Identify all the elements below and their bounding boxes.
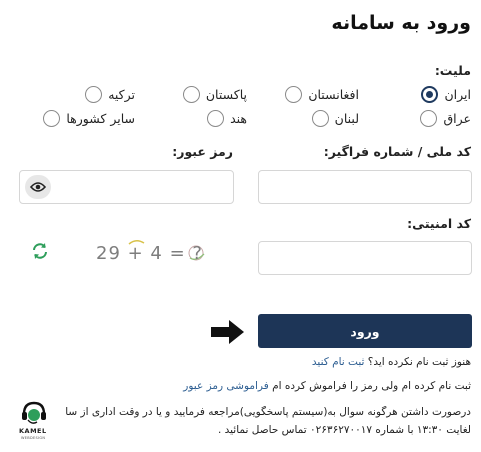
option-label: سایر کشورها bbox=[66, 111, 135, 126]
radio-button[interactable] bbox=[311, 110, 329, 127]
option-label: لبنان bbox=[334, 111, 359, 126]
radio-button[interactable] bbox=[285, 86, 303, 103]
nationality-option-other[interactable]: سایر کشورها bbox=[43, 110, 135, 127]
register-prompt: هنوز ثبت نام نکرده اید؟ ثبت نام کنید bbox=[312, 356, 471, 368]
nationality-option-turkey[interactable]: ترکیه bbox=[85, 86, 135, 103]
radio-button[interactable] bbox=[421, 86, 439, 103]
show-password-button[interactable] bbox=[25, 175, 51, 199]
radio-button[interactable] bbox=[85, 86, 103, 103]
nationality-option-iran[interactable]: ایران bbox=[421, 86, 471, 103]
eye-icon bbox=[30, 182, 46, 192]
radio-button[interactable] bbox=[207, 110, 225, 127]
nationality-label: ملیت: bbox=[434, 63, 471, 78]
logo-name: KAMEL bbox=[19, 427, 47, 435]
national-code-input[interactable] bbox=[258, 170, 472, 204]
radio-button[interactable] bbox=[420, 110, 438, 127]
register-link[interactable]: ثبت نام کنید bbox=[312, 356, 365, 368]
forgot-password-text: ثبت نام کرده ام ولی رمز را فراموش کرده ا… bbox=[272, 380, 471, 392]
forgot-password-prompt: ثبت نام کرده ام ولی رمز را فراموش کرده ا… bbox=[183, 380, 471, 392]
login-button[interactable]: ورود bbox=[258, 314, 472, 348]
nationality-option-lebanon[interactable]: لبنان bbox=[311, 110, 359, 127]
option-label: پاکستان bbox=[205, 87, 247, 102]
option-label: هند bbox=[230, 111, 247, 126]
support-line-1: درصورت داشتن هرگونه سوال به(سیستم پاسخگو… bbox=[65, 406, 471, 418]
support-line-2: لغایت ۱۳:۳۰ با شماره ۰۲۶۳۶۲۷۰۰۱۷ تماس حا… bbox=[217, 424, 471, 436]
refresh-captcha-button[interactable] bbox=[30, 241, 50, 261]
captcha-image: 29 + 4 = ? bbox=[92, 236, 212, 270]
nationality-option-india[interactable]: هند bbox=[207, 110, 247, 127]
option-label: افغانستان bbox=[308, 87, 359, 102]
forgot-password-link[interactable]: فراموشی رمز عبور bbox=[183, 380, 268, 392]
page-title: ورود به سامانه bbox=[331, 12, 471, 34]
password-input[interactable] bbox=[19, 170, 234, 204]
option-label: ترکیه bbox=[108, 87, 135, 102]
logo: KAMEL WEBDESIGN bbox=[16, 400, 52, 446]
radio-button[interactable] bbox=[43, 110, 61, 127]
nationality-option-pakistan[interactable]: پاکستان bbox=[182, 86, 247, 103]
nationality-option-iraq[interactable]: عراق bbox=[420, 110, 471, 127]
pointer-arrow bbox=[209, 318, 247, 346]
national-code-label: کد ملی / شماره فراگیر: bbox=[323, 144, 471, 159]
radio-button[interactable] bbox=[182, 86, 200, 103]
refresh-icon bbox=[33, 243, 47, 259]
nationality-option-afghanistan[interactable]: افغانستان bbox=[285, 86, 359, 103]
password-label: رمز عبور: bbox=[172, 144, 233, 159]
security-code-label: کد امنیتی: bbox=[407, 216, 471, 231]
security-code-input[interactable] bbox=[258, 241, 472, 275]
register-prompt-text: هنوز ثبت نام نکرده اید؟ bbox=[367, 356, 471, 368]
option-label: ایران bbox=[444, 87, 471, 102]
captcha-text: 29 + 4 = ? bbox=[96, 243, 203, 264]
arrow-right-icon bbox=[211, 320, 244, 344]
logo-subtitle: WEBDESIGN bbox=[21, 436, 46, 440]
option-label: عراق bbox=[443, 111, 471, 126]
headset-logo-icon bbox=[22, 401, 46, 424]
